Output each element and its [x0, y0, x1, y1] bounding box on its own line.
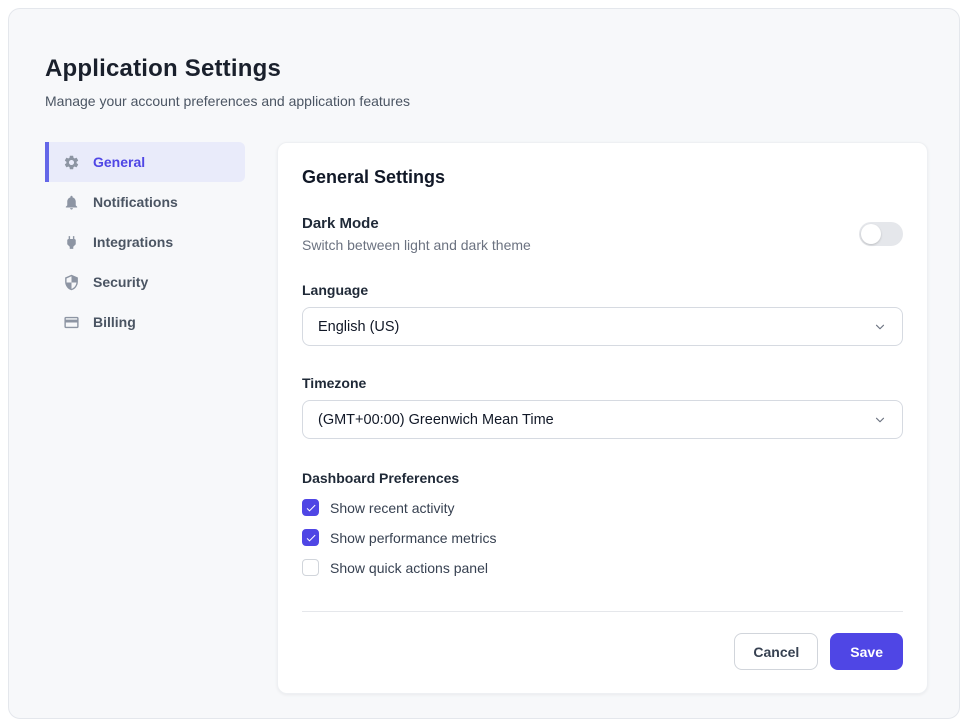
- toggle-knob: [861, 224, 881, 244]
- sidebar-item-label: Notifications: [93, 194, 178, 210]
- dashboard-preferences-label: Dashboard Preferences: [302, 470, 903, 486]
- credit-card-icon: [63, 314, 80, 331]
- checkbox-show-performance-metrics[interactable]: Show performance metrics: [302, 529, 903, 546]
- chevron-down-icon: [873, 320, 887, 334]
- checkbox-show-quick-actions-panel[interactable]: Show quick actions panel: [302, 559, 903, 576]
- checkbox-box: [302, 499, 319, 516]
- language-label: Language: [302, 282, 903, 298]
- checkbox-box: [302, 559, 319, 576]
- footer-divider: [302, 611, 903, 612]
- dashboard-preferences-group: Dashboard Preferences Show recent activi…: [302, 470, 903, 576]
- sidebar-item-general[interactable]: General: [45, 142, 245, 182]
- footer-actions: Cancel Save: [302, 633, 903, 670]
- dark-mode-toggle[interactable]: [859, 222, 903, 246]
- sidebar-item-integrations[interactable]: Integrations: [45, 222, 245, 262]
- sidebar-item-label: Billing: [93, 314, 136, 330]
- dark-mode-label: Dark Mode: [302, 215, 531, 232]
- page-header: Application Settings Manage your account…: [9, 9, 959, 109]
- timezone-select[interactable]: (GMT+00:00) Greenwich Mean Time: [302, 400, 903, 439]
- timezone-label: Timezone: [302, 375, 903, 391]
- sidebar-item-label: Integrations: [93, 234, 173, 250]
- language-field: Language English (US): [302, 282, 903, 346]
- content-area: General Notifications Integrations Secur…: [9, 142, 959, 694]
- page-subtitle: Manage your account preferences and appl…: [45, 93, 923, 109]
- checkbox-box: [302, 529, 319, 546]
- sidebar-item-billing[interactable]: Billing: [45, 302, 245, 342]
- plug-icon: [63, 234, 80, 251]
- sidebar-item-label: Security: [93, 274, 148, 290]
- settings-sidebar: General Notifications Integrations Secur…: [45, 142, 245, 342]
- language-value: English (US): [318, 319, 399, 335]
- general-settings-panel: General Settings Dark Mode Switch betwee…: [277, 142, 928, 694]
- checkbox-label: Show recent activity: [330, 500, 455, 516]
- dark-mode-description: Switch between light and dark theme: [302, 237, 531, 253]
- checkbox-show-recent-activity[interactable]: Show recent activity: [302, 499, 903, 516]
- dark-mode-row: Dark Mode Switch between light and dark …: [302, 215, 903, 253]
- checkbox-label: Show performance metrics: [330, 530, 497, 546]
- sidebar-item-label: General: [93, 154, 145, 170]
- app-surface: Application Settings Manage your account…: [8, 8, 960, 719]
- chevron-down-icon: [873, 413, 887, 427]
- gear-icon: [63, 154, 80, 171]
- page-title: Application Settings: [45, 55, 923, 83]
- bell-icon: [63, 194, 80, 211]
- panel-title: General Settings: [302, 167, 903, 188]
- sidebar-item-notifications[interactable]: Notifications: [45, 182, 245, 222]
- shield-icon: [63, 274, 80, 291]
- save-button[interactable]: Save: [830, 633, 903, 670]
- timezone-field: Timezone (GMT+00:00) Greenwich Mean Time: [302, 375, 903, 439]
- cancel-button[interactable]: Cancel: [734, 633, 818, 670]
- timezone-value: (GMT+00:00) Greenwich Mean Time: [318, 412, 554, 428]
- sidebar-item-security[interactable]: Security: [45, 262, 245, 302]
- dark-mode-text: Dark Mode Switch between light and dark …: [302, 215, 531, 253]
- checkbox-label: Show quick actions panel: [330, 560, 488, 576]
- language-select[interactable]: English (US): [302, 307, 903, 346]
